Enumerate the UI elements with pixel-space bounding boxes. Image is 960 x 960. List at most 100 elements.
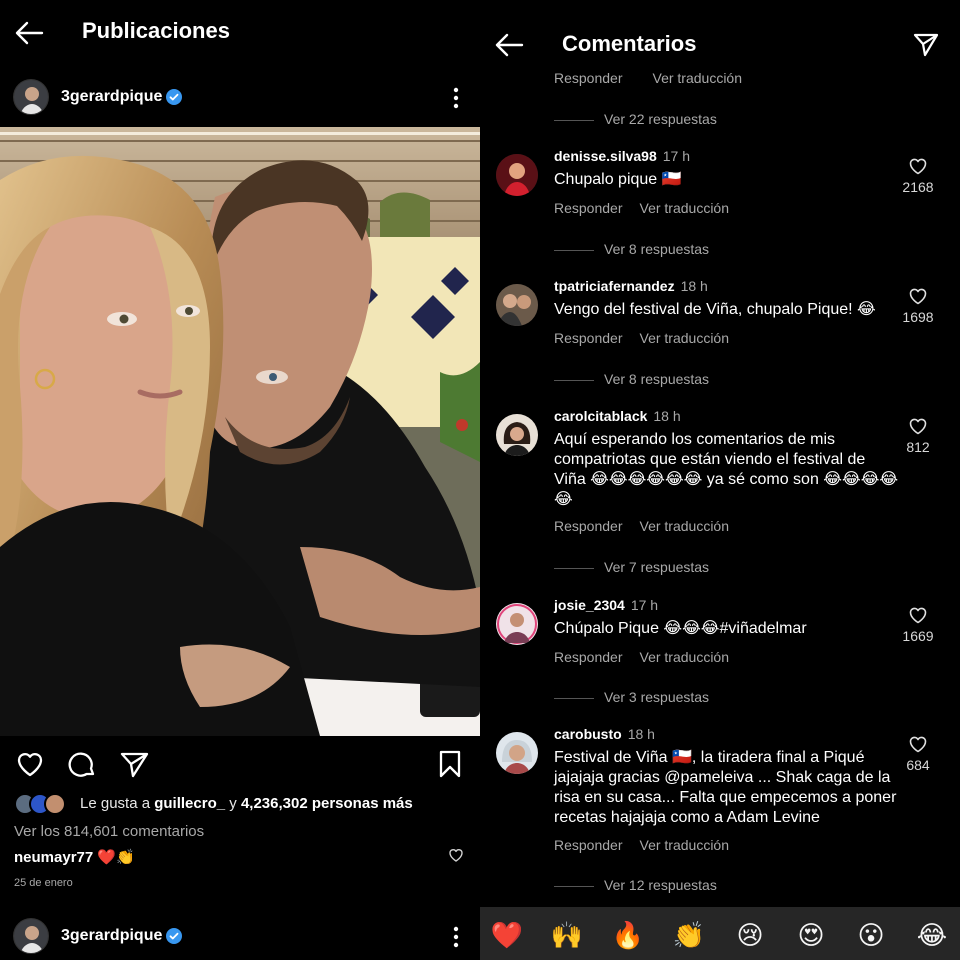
view-replies-link[interactable]: Ver 22 respuestas: [554, 111, 717, 129]
emoji-heart-button[interactable]: ❤️: [490, 919, 524, 953]
avatar[interactable]: [13, 918, 49, 954]
divider: [554, 379, 594, 381]
view-replies-text[interactable]: Ver 12 respuestas: [604, 877, 717, 893]
view-replies-text[interactable]: Ver 7 respuestas: [604, 559, 709, 575]
comment-username[interactable]: josie_2304: [554, 597, 625, 613]
like-heart-icon[interactable]: [908, 734, 928, 754]
emoji-crying-button[interactable]: 😢: [733, 919, 767, 953]
comment-like: 2168: [896, 156, 940, 195]
avatar[interactable]: [496, 284, 538, 326]
reply-button[interactable]: Responder: [554, 649, 623, 665]
comment-actions: Responder Ver traducción: [554, 200, 729, 216]
likes-connector: y: [229, 795, 237, 812]
emoji-heart-eyes-button[interactable]: 😍: [794, 919, 828, 953]
clipped-comment-footer: Responder Ver traducción: [554, 70, 772, 86]
view-replies-link[interactable]: Ver 7 respuestas: [554, 559, 709, 577]
view-replies-link[interactable]: Ver 8 respuestas: [554, 241, 709, 259]
comment-username[interactable]: tpatriciafernandez: [554, 278, 675, 294]
like-heart-icon[interactable]: [908, 416, 928, 436]
comment-username[interactable]: denisse.silva98: [554, 148, 657, 164]
avatar[interactable]: [13, 79, 49, 115]
comment-actions: Responder Ver traducción: [554, 330, 729, 346]
view-all-comments-link[interactable]: Ver los 814,601 comentarios: [14, 823, 204, 840]
more-options-icon[interactable]: [446, 85, 466, 111]
comment-actions: Responder Ver traducción: [554, 518, 729, 534]
post-username[interactable]: 3gerardpique: [61, 927, 183, 945]
comment-username[interactable]: carobusto: [554, 726, 622, 742]
like-count: 1669: [902, 628, 934, 644]
share-send-icon[interactable]: [118, 748, 150, 780]
reply-button[interactable]: Responder: [554, 518, 623, 534]
comment-like-heart-icon[interactable]: [448, 847, 464, 863]
comment-item: carobusto 18 h Festival de Viña 🇨🇱, la ti…: [480, 726, 960, 866]
avatar[interactable]: [496, 414, 538, 456]
comment-time: 17 h: [662, 148, 690, 164]
translate-button[interactable]: Ver traducción: [640, 330, 730, 346]
liked-by-username[interactable]: guillecro_: [154, 795, 225, 812]
like-heart-icon[interactable]: [14, 748, 46, 780]
comment-text: Chupalo pique 🇨🇱: [554, 171, 682, 188]
view-replies-text[interactable]: Ver 8 respuestas: [604, 241, 709, 257]
comment-actions: Responder Ver traducción: [554, 649, 729, 665]
reply-button[interactable]: Responder: [554, 837, 623, 853]
emoji-fire-button[interactable]: 🔥: [611, 919, 645, 953]
post-panel: Publicaciones 3gerardpique Le gusta a gu…: [0, 0, 480, 960]
page-title: Publicaciones: [82, 18, 230, 43]
reply-button[interactable]: Responder: [554, 70, 623, 86]
post-username[interactable]: 3gerardpique: [61, 88, 183, 106]
comment-item: denisse.silva98 17 h Chupalo pique 🇨🇱 Res…: [480, 148, 960, 228]
view-replies-text[interactable]: Ver 22 respuestas: [604, 111, 717, 127]
like-count: 812: [906, 439, 930, 455]
comment-time: 18 h: [653, 408, 681, 424]
divider: [554, 697, 594, 699]
translate-button[interactable]: Ver traducción: [640, 837, 730, 853]
avatar[interactable]: [496, 154, 538, 196]
view-replies-link[interactable]: Ver 12 respuestas: [554, 877, 717, 895]
more-options-icon[interactable]: [446, 924, 466, 950]
next-post-author-row: 3gerardpique: [0, 915, 480, 959]
back-arrow-icon[interactable]: [14, 20, 44, 46]
likes-summary[interactable]: Le gusta a guillecro_ y 4,236,302 person…: [14, 793, 474, 815]
translate-button[interactable]: Ver traducción: [640, 649, 730, 665]
like-heart-icon[interactable]: [908, 605, 928, 625]
bookmark-icon[interactable]: [434, 748, 466, 780]
reply-button[interactable]: Responder: [554, 200, 623, 216]
emoji-surprised-button[interactable]: 😮: [854, 919, 888, 953]
comment-like: 812: [896, 416, 940, 455]
comment-icon[interactable]: [66, 748, 98, 780]
post-actions: [0, 748, 480, 782]
likes-prefix: Le gusta a: [80, 795, 151, 812]
comment-meta: denisse.silva98 17 h: [554, 148, 690, 164]
emoji-raised-hands-button[interactable]: 🙌: [550, 919, 584, 953]
avatar[interactable]: [496, 603, 538, 645]
like-heart-icon[interactable]: [908, 156, 928, 176]
comment-like: 684: [896, 734, 940, 773]
translate-button[interactable]: Ver traducción: [640, 200, 730, 216]
translate-button[interactable]: Ver traducción: [653, 70, 743, 86]
reply-button[interactable]: Responder: [554, 330, 623, 346]
view-replies-link[interactable]: Ver 8 respuestas: [554, 371, 709, 389]
translate-button[interactable]: Ver traducción: [640, 518, 730, 534]
divider: [554, 249, 594, 251]
post-photo[interactable]: [0, 127, 480, 736]
share-send-icon[interactable]: [912, 30, 940, 58]
view-replies-text[interactable]: Ver 3 respuestas: [604, 689, 709, 705]
post-header: Publicaciones: [0, 0, 480, 64]
like-heart-icon[interactable]: [908, 286, 928, 306]
comment-username[interactable]: neumayr77: [14, 849, 93, 866]
avatar: [44, 793, 66, 815]
avatar[interactable]: [496, 732, 538, 774]
username-text[interactable]: 3gerardpique: [61, 927, 162, 944]
comment-username[interactable]: carolcitablack: [554, 408, 647, 424]
emoji-laughing-button[interactable]: 😂: [915, 919, 949, 953]
username-text[interactable]: 3gerardpique: [61, 88, 162, 105]
likes-count[interactable]: 4,236,302 personas más: [241, 795, 413, 812]
back-arrow-icon[interactable]: [494, 32, 524, 58]
comment-item: tpatriciafernandez 18 h Vengo del festiva…: [480, 278, 960, 358]
emoji-clap-button[interactable]: 👏: [672, 919, 706, 953]
comment-text: Vengo del festival de Viña, chupalo Piqu…: [554, 301, 876, 318]
view-replies-link[interactable]: Ver 3 respuestas: [554, 689, 709, 707]
view-replies-text[interactable]: Ver 8 respuestas: [604, 371, 709, 387]
comment-time: 17 h: [630, 597, 659, 613]
comment-like: 1669: [896, 605, 940, 644]
